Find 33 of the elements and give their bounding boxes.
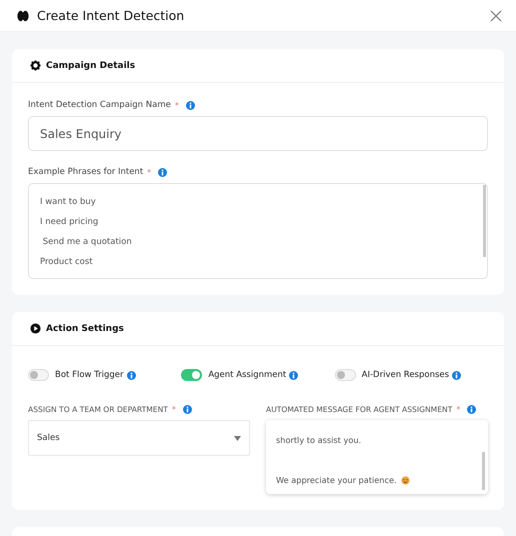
required-mark: * [174,100,179,110]
info-icon[interactable] [158,168,168,176]
toggle-label: AI-Driven Responses [362,370,450,380]
toggle-switch[interactable] [181,369,202,381]
field-label: Intent Detection Campaign Name [28,100,171,110]
info-icon[interactable] [182,405,192,414]
field-label: Example Phrases for Intent [28,167,144,177]
info-icon[interactable] [289,370,298,380]
toggle-label: Bot Flow Trigger [55,370,124,380]
section-title: Action Settings [46,324,124,334]
caret-icon [234,436,241,440]
info-icon[interactable] [452,370,462,380]
info-icon[interactable] [186,100,195,110]
required-mark: * [456,405,460,414]
team-dropdown[interactable]: Sales [28,420,250,456]
play-icon [30,323,41,334]
smiley-icon [400,476,410,484]
section-title: Campaign Details [46,60,136,70]
scrollbar[interactable] [483,185,486,257]
close-icon[interactable] [488,8,504,24]
gear-icon [30,60,41,71]
campaign-name-input[interactable]: Sales Enquiry [28,116,488,151]
dialog-title: Create Intent Detection [37,8,184,23]
brain-icon [17,10,29,22]
message-textarea[interactable]: shortly to assist you. We appreciate your patience. [266,420,482,494]
toggle-switch[interactable] [334,369,356,381]
info-icon[interactable] [467,405,476,414]
toggle-label: Agent Assignment [208,370,286,380]
required-mark: * [147,168,152,176]
toggle-switch[interactable] [28,369,49,381]
scrollbar[interactable] [482,452,485,490]
required-mark: * [172,405,176,414]
info-icon[interactable] [126,370,136,380]
